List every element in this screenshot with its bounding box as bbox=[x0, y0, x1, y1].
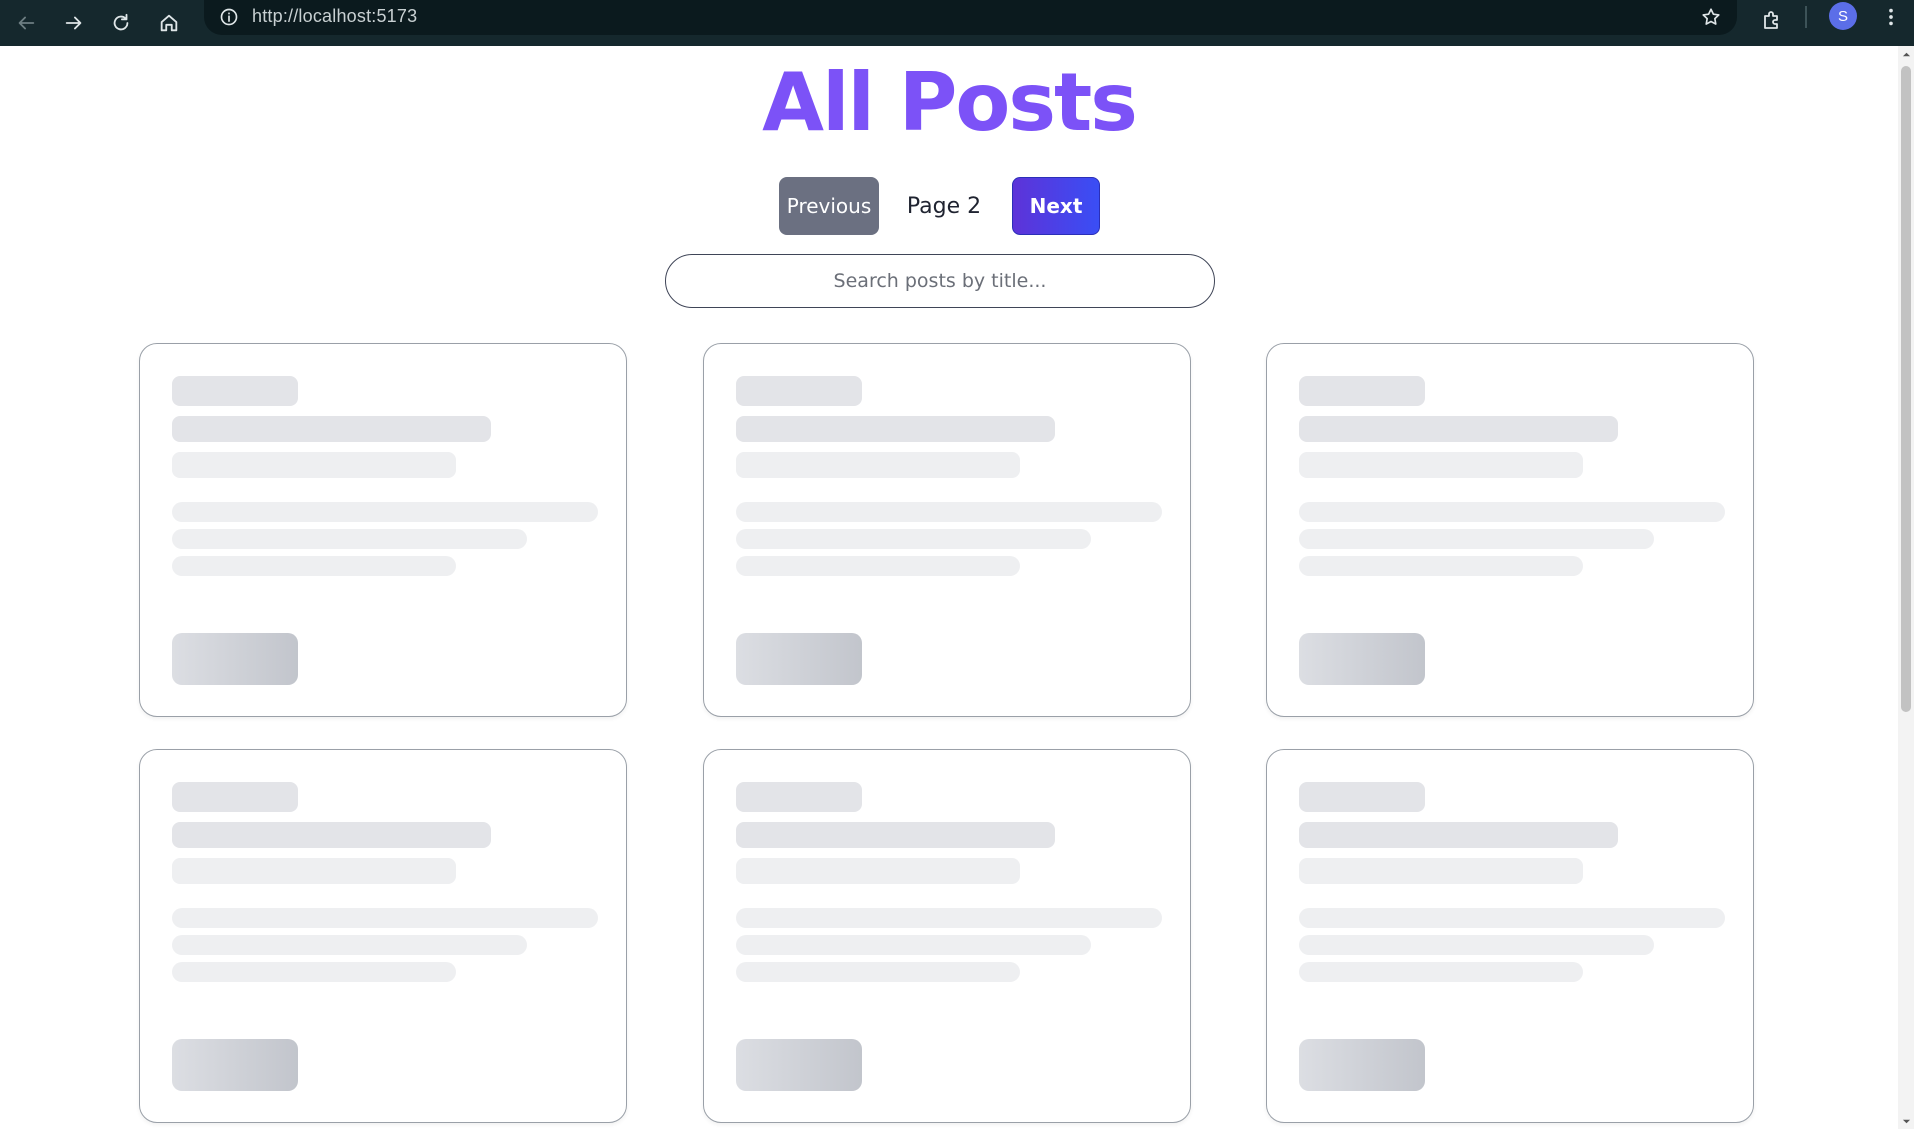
page-indicator: Page 2 bbox=[906, 193, 982, 219]
skeleton-line bbox=[1299, 962, 1583, 982]
search-input[interactable] bbox=[665, 254, 1215, 308]
bookmark-star-icon[interactable] bbox=[1697, 3, 1725, 31]
skeleton-line bbox=[172, 858, 456, 884]
back-arrow-icon[interactable] bbox=[6, 3, 46, 43]
skeleton-line bbox=[1299, 822, 1618, 848]
skeleton-button bbox=[1299, 633, 1425, 685]
next-button[interactable]: Next bbox=[1012, 177, 1100, 235]
menu-dots-icon[interactable] bbox=[1876, 2, 1906, 32]
skeleton-line bbox=[172, 935, 527, 955]
skeleton-line bbox=[1299, 858, 1583, 884]
vertical-scrollbar[interactable] bbox=[1898, 46, 1914, 1129]
skeleton-line bbox=[1299, 556, 1583, 576]
skeleton-line bbox=[172, 416, 491, 442]
skeleton-line bbox=[736, 502, 1162, 522]
scroll-up-arrow-icon[interactable] bbox=[1898, 46, 1914, 62]
skeleton-line bbox=[736, 858, 1020, 884]
skeleton-line bbox=[736, 416, 1055, 442]
skeleton-line bbox=[172, 502, 598, 522]
skeleton-line bbox=[1299, 502, 1725, 522]
skeleton-line bbox=[172, 556, 456, 576]
skeleton-line bbox=[736, 908, 1162, 928]
post-card-skeleton bbox=[1266, 343, 1754, 717]
forward-arrow-icon[interactable] bbox=[54, 3, 94, 43]
skeleton-line bbox=[736, 822, 1055, 848]
post-card-skeleton bbox=[139, 749, 627, 1123]
skeleton-line bbox=[1299, 376, 1425, 406]
skeleton-button bbox=[172, 633, 298, 685]
post-card-skeleton bbox=[1266, 749, 1754, 1123]
pagination: Previous Page 2 Next bbox=[0, 177, 1898, 235]
skeleton-button bbox=[172, 1039, 298, 1091]
skeleton-line bbox=[172, 908, 598, 928]
scroll-down-arrow-icon[interactable] bbox=[1898, 1113, 1914, 1129]
scrollbar-thumb[interactable] bbox=[1901, 66, 1911, 712]
skeleton-button bbox=[736, 1039, 862, 1091]
skeleton-line bbox=[1299, 452, 1583, 478]
address-bar[interactable]: http://localhost:5173 bbox=[204, 0, 1737, 35]
extensions-icon[interactable] bbox=[1755, 3, 1789, 37]
page-viewport: All Posts Previous Page 2 Next bbox=[0, 46, 1898, 1129]
previous-button[interactable]: Previous bbox=[779, 177, 879, 235]
page-title: All Posts bbox=[762, 56, 1138, 149]
skeleton-button bbox=[736, 633, 862, 685]
skeleton-line bbox=[172, 822, 491, 848]
skeleton-line bbox=[736, 529, 1091, 549]
skeleton-line bbox=[1299, 416, 1618, 442]
skeleton-line bbox=[736, 962, 1020, 982]
post-card-skeleton bbox=[703, 343, 1191, 717]
skeleton-line bbox=[736, 376, 862, 406]
profile-avatar[interactable]: S bbox=[1829, 2, 1857, 30]
skeleton-line bbox=[736, 935, 1091, 955]
post-card-skeleton bbox=[703, 749, 1191, 1123]
toolbar-divider bbox=[1805, 6, 1807, 28]
browser-toolbar: http://localhost:5173 S bbox=[0, 0, 1914, 46]
skeleton-line bbox=[1299, 935, 1654, 955]
skeleton-line bbox=[172, 529, 527, 549]
skeleton-line bbox=[172, 962, 456, 982]
skeleton-line bbox=[172, 452, 456, 478]
skeleton-line bbox=[736, 556, 1020, 576]
skeleton-line bbox=[172, 782, 298, 812]
site-info-icon[interactable] bbox=[216, 4, 242, 30]
skeleton-line bbox=[1299, 908, 1725, 928]
home-icon[interactable] bbox=[149, 3, 189, 43]
reload-icon[interactable] bbox=[101, 3, 141, 43]
skeleton-line bbox=[736, 782, 862, 812]
url-text[interactable]: http://localhost:5173 bbox=[252, 6, 417, 27]
skeleton-button bbox=[1299, 1039, 1425, 1091]
skeleton-line bbox=[736, 452, 1020, 478]
post-card-skeleton bbox=[139, 343, 627, 717]
skeleton-line bbox=[1299, 529, 1654, 549]
skeleton-line bbox=[172, 376, 298, 406]
skeleton-line bbox=[1299, 782, 1425, 812]
